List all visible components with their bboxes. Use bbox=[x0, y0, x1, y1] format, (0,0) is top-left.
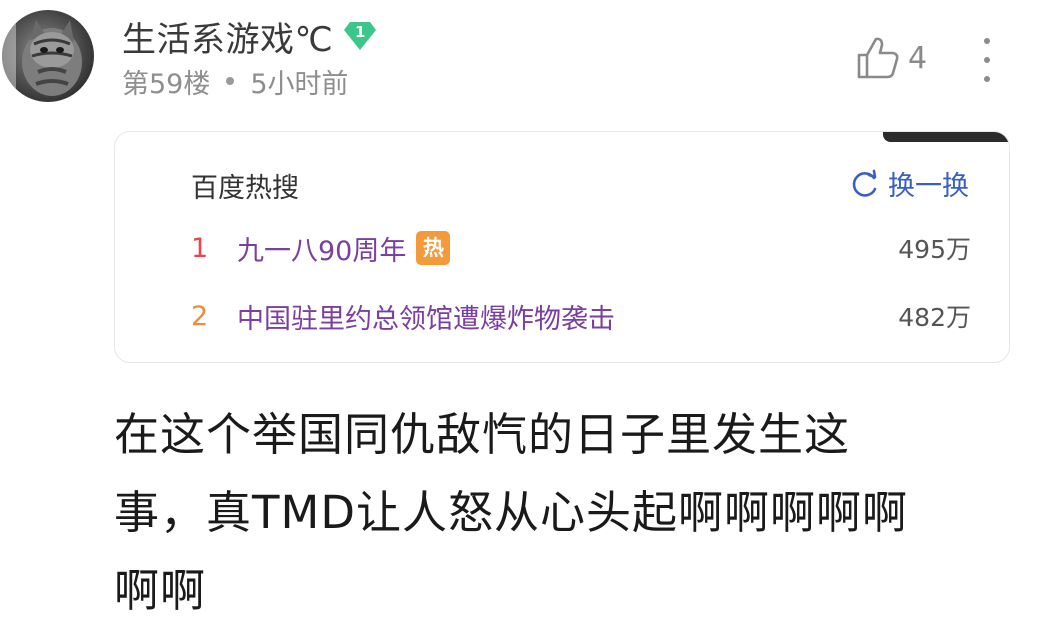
like-button[interactable]: 4 bbox=[856, 34, 927, 82]
floor-number: 第59楼 bbox=[122, 68, 211, 100]
username[interactable]: 生活系游戏℃ bbox=[122, 12, 333, 61]
cat-avatar-image bbox=[2, 10, 82, 102]
hot-tag-badge: 热 bbox=[416, 231, 451, 265]
content-line: 事，真TMD让人怒从心头起啊啊啊啊啊 bbox=[114, 486, 908, 539]
rank-number: 2 bbox=[191, 300, 209, 332]
avatar[interactable] bbox=[2, 10, 94, 102]
content-line: 在这个举国同仇敌忾的日子里发生这 bbox=[114, 408, 851, 461]
refresh-icon bbox=[852, 169, 877, 197]
rank-number: 1 bbox=[191, 232, 209, 264]
like-count: 4 bbox=[908, 40, 928, 76]
refresh-label: 换一换 bbox=[888, 171, 969, 202]
content-line: 啊啊 bbox=[114, 564, 207, 617]
hot-item-text: 中国驻里约总领馆遭爆炸物袭击 bbox=[237, 303, 615, 335]
hot-search-item[interactable]: 1 九一八90周年 热 495万 bbox=[191, 228, 971, 268]
thumbs-up-icon bbox=[857, 37, 899, 79]
hot-item-count: 482万 bbox=[898, 303, 971, 332]
hot-search-title: 百度热搜 bbox=[191, 173, 299, 204]
comment-post: 生活系游戏℃ 1 第59楼 5小时前 4 百度热搜 换一换 1 九一八90周年 … bbox=[0, 0, 1044, 642]
separator-dot bbox=[226, 77, 235, 85]
more-vertical-icon[interactable] bbox=[976, 38, 998, 82]
post-content: 在这个举国同仇敌忾的日子里发生这 事，真TMD让人怒从心头起啊啊啊啊啊 啊啊 bbox=[114, 396, 1014, 630]
refresh-button[interactable]: 换一换 bbox=[850, 164, 969, 203]
user-header: 生活系游戏℃ 1 bbox=[122, 12, 377, 61]
card-corner-decoration bbox=[883, 132, 1009, 142]
baidu-hot-search-card[interactable]: 百度热搜 换一换 1 九一八90周年 热 495万 2 中国驻里约总领馆遭爆炸物… bbox=[114, 131, 1010, 363]
post-meta: 第59楼 5小时前 bbox=[122, 62, 349, 100]
level-number: 1 bbox=[354, 23, 366, 41]
hot-search-item[interactable]: 2 中国驻里约总领馆遭爆炸物袭击 482万 bbox=[191, 296, 971, 336]
hot-item-count: 495万 bbox=[898, 235, 971, 264]
diamond-badge-icon: 1 bbox=[343, 21, 377, 51]
hot-item-text: 九一八90周年 bbox=[237, 235, 407, 267]
post-time: 5小时前 bbox=[250, 68, 349, 100]
